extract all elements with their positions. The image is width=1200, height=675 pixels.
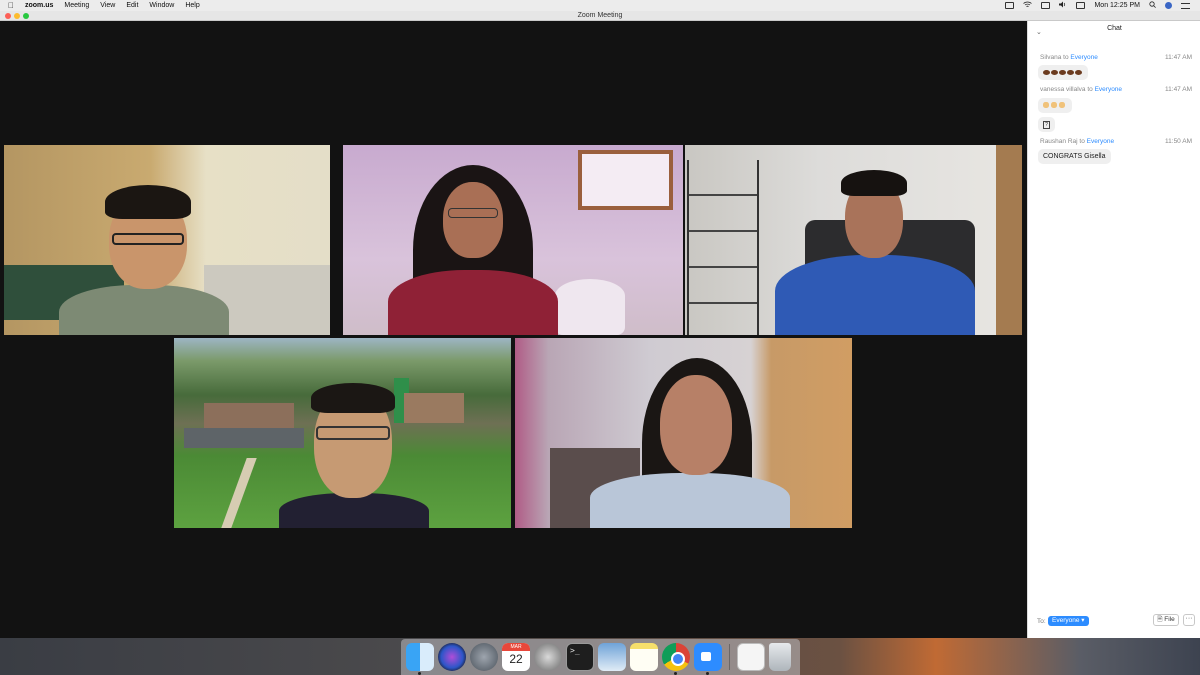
chat-to-word: to [1079, 138, 1085, 145]
user-account-icon[interactable] [1165, 2, 1172, 9]
gallery-view [0, 21, 1027, 638]
menu-meeting[interactable]: Meeting [64, 2, 89, 9]
notes-icon[interactable] [630, 643, 658, 671]
preview-icon[interactable] [598, 643, 626, 671]
chrome-icon[interactable] [662, 643, 690, 675]
chat-timestamp: 11:47 AM [1165, 54, 1192, 61]
chat-message-header: vanessa villalva to Everyone 11:47 AM [1040, 86, 1192, 93]
chat-recipient: Everyone [1086, 138, 1115, 145]
menu-help[interactable]: Help [185, 2, 199, 9]
airplay-icon[interactable] [1041, 2, 1051, 9]
window-maximize-button[interactable] [23, 13, 29, 19]
participant-video-5[interactable] [515, 338, 852, 528]
chat-sender: Raushan Raj [1040, 138, 1078, 145]
chat-message-bubble: ? [1038, 117, 1055, 132]
participant-figure [775, 170, 985, 335]
calendar-month: MAR [502, 643, 530, 651]
coffee-bean-emoji-icon [1043, 69, 1050, 75]
volume-icon[interactable] [1059, 1, 1067, 10]
chat-sender: vanessa villalva [1040, 86, 1086, 93]
document-stack-icon[interactable] [737, 643, 765, 671]
chat-timestamp: 11:50 AM [1165, 138, 1192, 145]
coffee-bean-emoji-icon [1075, 69, 1082, 75]
chat-footer: To: Everyone ▾ 🗎 File ··· [1028, 608, 1200, 638]
chat-title: Chat [1107, 25, 1122, 32]
menu-bar:  zoom.us Meeting View Edit Window Help … [0, 0, 1200, 11]
coffee-bean-emoji-icon [1059, 69, 1066, 75]
participant-video-2-active-speaker[interactable] [343, 145, 683, 335]
chat-recipient: Everyone [1070, 54, 1098, 61]
participant-figure [388, 160, 558, 335]
background-window [578, 150, 673, 210]
clapping-hands-emoji-icon [1051, 102, 1057, 109]
chat-sender: Silvana [1040, 54, 1062, 61]
window-title-bar: Zoom Meeting [0, 11, 1200, 21]
chat-message-bubble: CONGRATS Gisella [1038, 149, 1111, 164]
dock-separator [729, 644, 730, 670]
participant-figure [279, 383, 429, 528]
unknown-glyph-icon: ? [1043, 121, 1050, 129]
chat-recipient-select[interactable]: Everyone ▾ [1048, 616, 1089, 626]
finder-icon[interactable] [406, 643, 434, 675]
chat-to-word: to [1063, 54, 1069, 61]
background-shelving [687, 160, 759, 335]
spotlight-search-icon[interactable] [1149, 1, 1156, 10]
terminal-prompt: >_ [570, 646, 580, 655]
battery-icon[interactable] [1076, 2, 1086, 9]
chat-header: ⌄ Chat [1028, 25, 1200, 39]
chat-timestamp: 11:47 AM [1165, 86, 1192, 93]
window-minimize-button[interactable] [14, 13, 20, 19]
menu-window[interactable]: Window [149, 2, 174, 9]
apple-menu-icon[interactable]:  [8, 1, 14, 10]
chat-panel: ⌄ Chat Silvana to Everyone 11:47 AM vane… [1027, 21, 1200, 638]
chat-to-label: To: [1037, 618, 1046, 625]
terminal-icon[interactable]: >_ [566, 643, 594, 671]
zoom-icon[interactable] [694, 643, 722, 675]
clapping-hands-emoji-icon [1043, 102, 1049, 109]
menu-clock[interactable]: Mon 12:25 PM [1094, 2, 1140, 9]
launchpad-icon[interactable] [470, 643, 498, 671]
chat-recipient-value: Everyone [1052, 617, 1080, 624]
system-preferences-icon[interactable] [534, 643, 562, 671]
document-icon: 🗎 [1157, 616, 1163, 623]
file-button[interactable]: 🗎 File [1153, 614, 1179, 626]
calendar-day: 22 [509, 652, 523, 666]
window-close-button[interactable] [5, 13, 11, 19]
more-options-button[interactable]: ··· [1183, 614, 1195, 626]
chat-message-text: CONGRATS Gisella [1043, 153, 1106, 160]
background-wastebasket [555, 279, 625, 335]
chat-message-bubble [1038, 65, 1088, 80]
siri-icon[interactable] [438, 643, 466, 671]
coffee-bean-emoji-icon [1067, 69, 1074, 75]
window-title: Zoom Meeting [577, 12, 623, 19]
chat-message-bubble [1038, 98, 1072, 113]
zoom-meeting-window: Zoom Meeting ⌄ Chat Silvana to Everyone … [0, 11, 1200, 638]
participant-figure [590, 353, 790, 528]
participant-video-4[interactable] [174, 338, 511, 528]
background-door [996, 145, 1022, 335]
file-button-label: File [1164, 616, 1175, 623]
menu-edit[interactable]: Edit [126, 2, 138, 9]
caret-down-icon: ▾ [1081, 617, 1085, 624]
menu-view[interactable]: View [100, 2, 115, 9]
chat-message-header: Raushan Raj to Everyone 11:50 AM [1040, 138, 1192, 145]
participant-figure [39, 185, 239, 335]
trash-icon[interactable] [769, 643, 791, 671]
calendar-icon[interactable]: MAR 22 [502, 643, 530, 671]
participant-video-1[interactable] [4, 145, 330, 335]
screen-share-status-icon[interactable] [1005, 2, 1015, 9]
notification-center-icon[interactable] [1181, 2, 1190, 9]
coffee-bean-emoji-icon [1051, 69, 1058, 75]
participant-video-3[interactable] [685, 145, 1022, 335]
menu-app-name[interactable]: zoom.us [25, 2, 53, 9]
dock: MAR 22 >_ [401, 639, 800, 675]
chat-recipient: Everyone [1094, 86, 1123, 93]
chat-message-header: Silvana to Everyone 11:47 AM [1040, 54, 1192, 61]
wifi-icon[interactable] [1023, 1, 1033, 10]
chevron-down-icon[interactable]: ⌄ [1036, 28, 1042, 36]
chat-to-word: to [1087, 86, 1093, 93]
clapping-hands-emoji-icon [1059, 102, 1065, 109]
